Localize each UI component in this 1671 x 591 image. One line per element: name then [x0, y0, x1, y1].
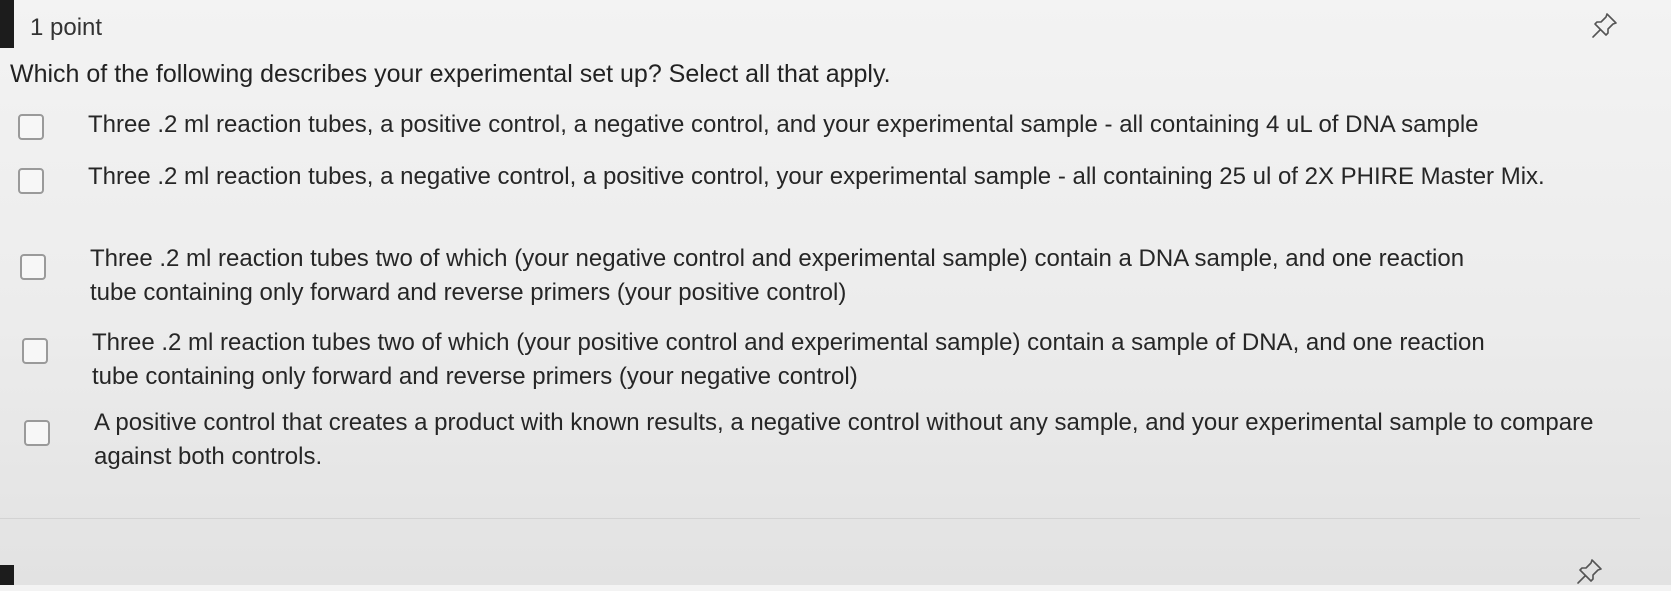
option-2-label: Three .2 ml reaction tubes, a negative c…: [88, 163, 1545, 190]
next-question-marker-bar: [0, 565, 14, 585]
option-1-label: Three .2 ml reaction tubes, a positive c…: [88, 111, 1479, 138]
option-1-checkbox[interactable]: [18, 114, 44, 140]
option-5-checkbox[interactable]: [24, 420, 50, 446]
option-4-checkbox[interactable]: [22, 338, 48, 364]
question-card: 1 point Which of the following describes…: [0, 0, 1671, 520]
pin-icon[interactable]: [1575, 556, 1605, 586]
option-3-checkbox[interactable]: [20, 254, 46, 280]
option-2-checkbox[interactable]: [18, 168, 44, 194]
question-prompt: Which of the following describes your ex…: [10, 60, 891, 88]
question-divider: [0, 518, 1640, 519]
option-3-label: Three .2 ml reaction tubes two of which …: [90, 245, 1465, 306]
option-5-label: A positive control that creates a produc…: [94, 409, 1594, 470]
pin-icon[interactable]: [1590, 10, 1620, 40]
option-4-label: Three .2 ml reaction tubes two of which …: [92, 329, 1485, 390]
points-label: 1 point: [30, 14, 103, 41]
